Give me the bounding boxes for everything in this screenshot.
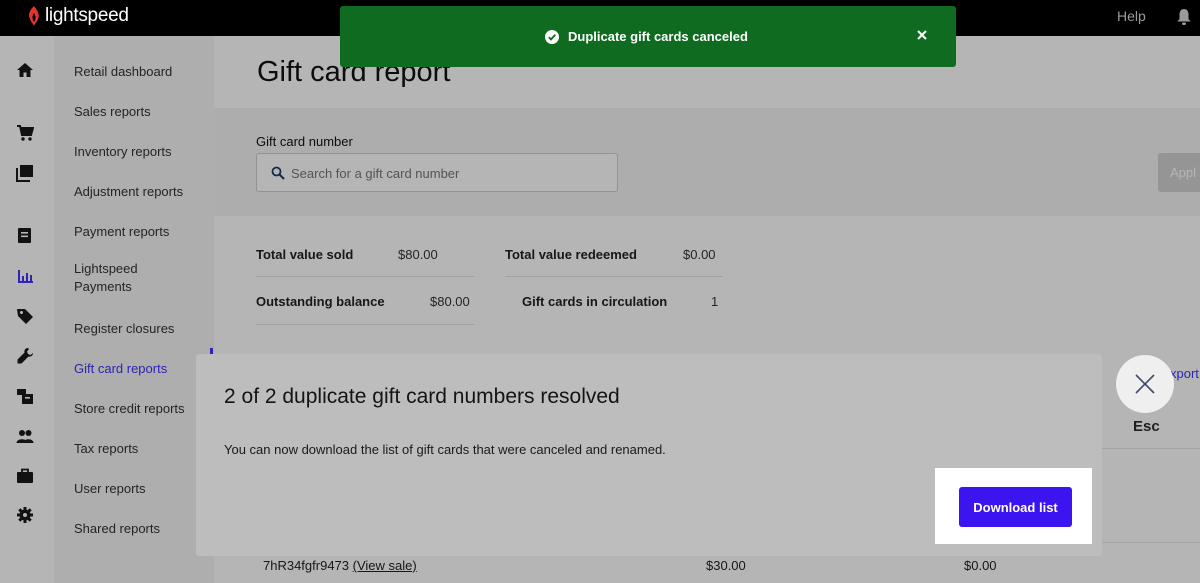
success-toast: Duplicate gift cards canceled [340, 6, 956, 67]
toast-message: Duplicate gift cards canceled [568, 29, 748, 44]
lightspeed-logo[interactable]: lightspeed [26, 5, 129, 27]
close-icon[interactable] [917, 29, 927, 41]
check-circle-icon [545, 30, 559, 44]
help-link[interactable]: Help [1117, 8, 1146, 24]
download-list-button[interactable]: Download list [959, 487, 1072, 527]
logo-text: lightspeed [45, 5, 129, 26]
dialog-title: 2 of 2 duplicate gift card numbers resol… [224, 385, 620, 408]
close-icon [1135, 374, 1155, 394]
resolved-dialog: 2 of 2 duplicate gift card numbers resol… [196, 354, 1102, 556]
dialog-message: You can now download the list of gift ca… [224, 442, 666, 457]
close-dialog-button[interactable] [1116, 355, 1174, 413]
esc-label: Esc [1133, 418, 1160, 435]
flame-icon [29, 6, 39, 26]
bell-icon[interactable] [1176, 8, 1192, 26]
